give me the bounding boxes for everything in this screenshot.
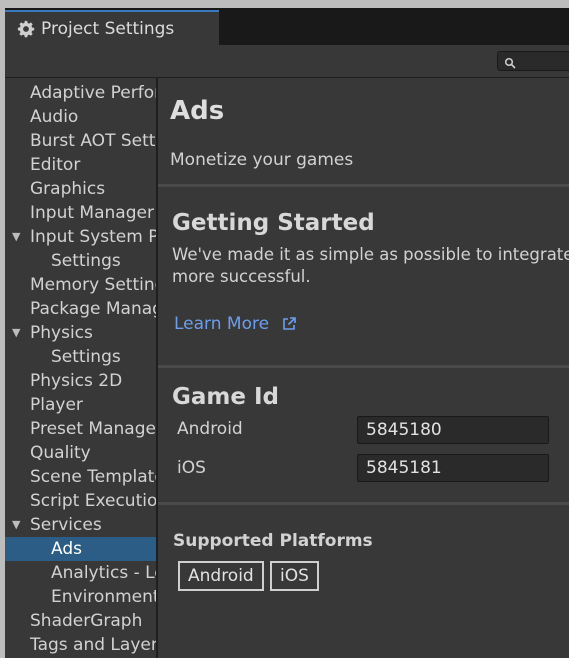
toolbar (5, 45, 569, 78)
sidebar-item-label: Editor (30, 155, 81, 175)
project-settings-window: Project Settings Adaptive Performance Aud… (5, 8, 569, 658)
expand-arrow-icon[interactable]: ▼ (12, 321, 20, 345)
ios-game-id-field[interactable]: 5845181 (357, 454, 549, 482)
tab-label: Project Settings (41, 18, 175, 39)
sidebar-item-environment[interactable]: Environment (5, 585, 156, 609)
platform-chip-ios: iOS (270, 561, 319, 591)
sidebar-item-label: Physics 2D (30, 371, 123, 391)
sidebar-item-label: Settings (51, 347, 121, 367)
platform-chip-android: Android (178, 561, 264, 591)
sidebar-item-input-system-package[interactable]: ▼ Input System Package (5, 225, 156, 249)
android-game-id-field[interactable]: 5845180 (357, 416, 549, 444)
tab-project-settings[interactable]: Project Settings (5, 10, 219, 45)
android-game-id-label: Android (177, 419, 243, 439)
sidebar-item-adaptive-performance[interactable]: Adaptive Performance (5, 81, 156, 105)
sidebar-item-label: Graphics (30, 179, 106, 199)
expand-arrow-icon[interactable]: ▼ (12, 513, 20, 537)
sidebar-item-package-manager[interactable]: Package Manager (5, 297, 156, 321)
description-line-1: We've made it as simple as possible to i… (172, 245, 569, 264)
sidebar-item-physics-2d[interactable]: Physics 2D (5, 369, 156, 393)
getting-started-heading: Getting Started (172, 210, 375, 236)
sidebar-item-memory-settings[interactable]: Memory Settings (5, 273, 156, 297)
search-icon (504, 54, 516, 69)
expand-arrow-icon[interactable]: ▼ (12, 225, 20, 249)
learn-more-link[interactable]: Learn More (174, 314, 297, 334)
sidebar-item-label: Script Execution Order (30, 491, 156, 511)
ios-game-id-label: iOS (177, 458, 206, 478)
sidebar-item-label: Input System Package (30, 227, 156, 247)
sidebar-item-audio[interactable]: Audio (5, 105, 156, 129)
sidebar-item-label: Memory Settings (30, 275, 156, 295)
sidebar-item-label: Physics (30, 323, 93, 343)
sidebar-item-label: Player (30, 395, 83, 415)
sidebar-item-label: Settings (51, 251, 121, 271)
sidebar-item-label: Quality (30, 443, 91, 463)
section-divider (158, 184, 569, 187)
learn-more-label: Learn More (174, 314, 270, 334)
sidebar-item-shadergraph[interactable]: ShaderGraph (5, 609, 156, 633)
sidebar-item-label: Package Manager (30, 299, 156, 319)
sidebar-item-label: Tags and Layers (30, 635, 156, 655)
sidebar-item-quality[interactable]: Quality (5, 441, 156, 465)
sidebar-item-analytics-legacy[interactable]: Analytics - Legacy (5, 561, 156, 585)
sidebar-item-player[interactable]: Player (5, 393, 156, 417)
section-divider (158, 365, 569, 368)
sidebar-item-settings[interactable]: Settings (5, 345, 156, 369)
page-title: Ads (170, 96, 225, 126)
sidebar-item-label: Services (30, 515, 102, 535)
sidebar-item-burst-aot-settings[interactable]: Burst AOT Settings (5, 129, 156, 153)
page-subtitle: Monetize your games (170, 150, 354, 170)
settings-content: Ads Monetize your games Getting Started … (158, 78, 569, 658)
sidebar-item-label: Audio (30, 107, 79, 127)
sidebar-item-physics[interactable]: ▼ Physics (5, 321, 156, 345)
sidebar-item-input-manager[interactable]: Input Manager (5, 201, 156, 225)
sidebar-item-script-execution-order[interactable]: Script Execution Order (5, 489, 156, 513)
sidebar-item-tags-and-layers[interactable]: Tags and Layers (5, 633, 156, 657)
settings-category-list: Adaptive Performance Audio Burst AOT Setti… (5, 78, 156, 658)
sidebar-item-label: Input Manager (30, 203, 154, 223)
description-line-2: more successful. (172, 267, 311, 286)
sidebar-item-label: Scene Template (30, 467, 156, 487)
sidebar-item-label: Burst AOT Settings (30, 131, 156, 151)
sidebar-item-label: Analytics - Legacy (51, 563, 156, 583)
sidebar-item-label: Ads (51, 539, 82, 559)
getting-started-description: We've made it as simple as possible to i… (172, 244, 569, 288)
gear-icon (17, 20, 35, 38)
sidebar-item-preset-manager[interactable]: Preset Manager (5, 417, 156, 441)
game-id-heading: Game Id (172, 384, 279, 410)
sidebar-item-settings[interactable]: Settings (5, 249, 156, 273)
sidebar-item-graphics[interactable]: Graphics (5, 177, 156, 201)
external-link-icon (281, 316, 297, 332)
supported-platforms-heading: Supported Platforms (173, 531, 373, 551)
sidebar-item-scene-template[interactable]: Scene Template (5, 465, 156, 489)
sidebar-item-label: ShaderGraph (30, 611, 143, 631)
section-divider (158, 502, 569, 505)
sidebar-item-services[interactable]: ▼ Services (5, 513, 156, 537)
sidebar-item-ads[interactable]: Ads (5, 537, 156, 561)
sidebar-item-label: Preset Manager (30, 419, 156, 439)
sidebar-item-label: Environment (51, 587, 156, 607)
tab-bar: Project Settings (5, 8, 569, 45)
sidebar-item-label: Adaptive Performance (30, 83, 156, 103)
search-input[interactable] (497, 51, 569, 71)
sidebar-item-editor[interactable]: Editor (5, 153, 156, 177)
